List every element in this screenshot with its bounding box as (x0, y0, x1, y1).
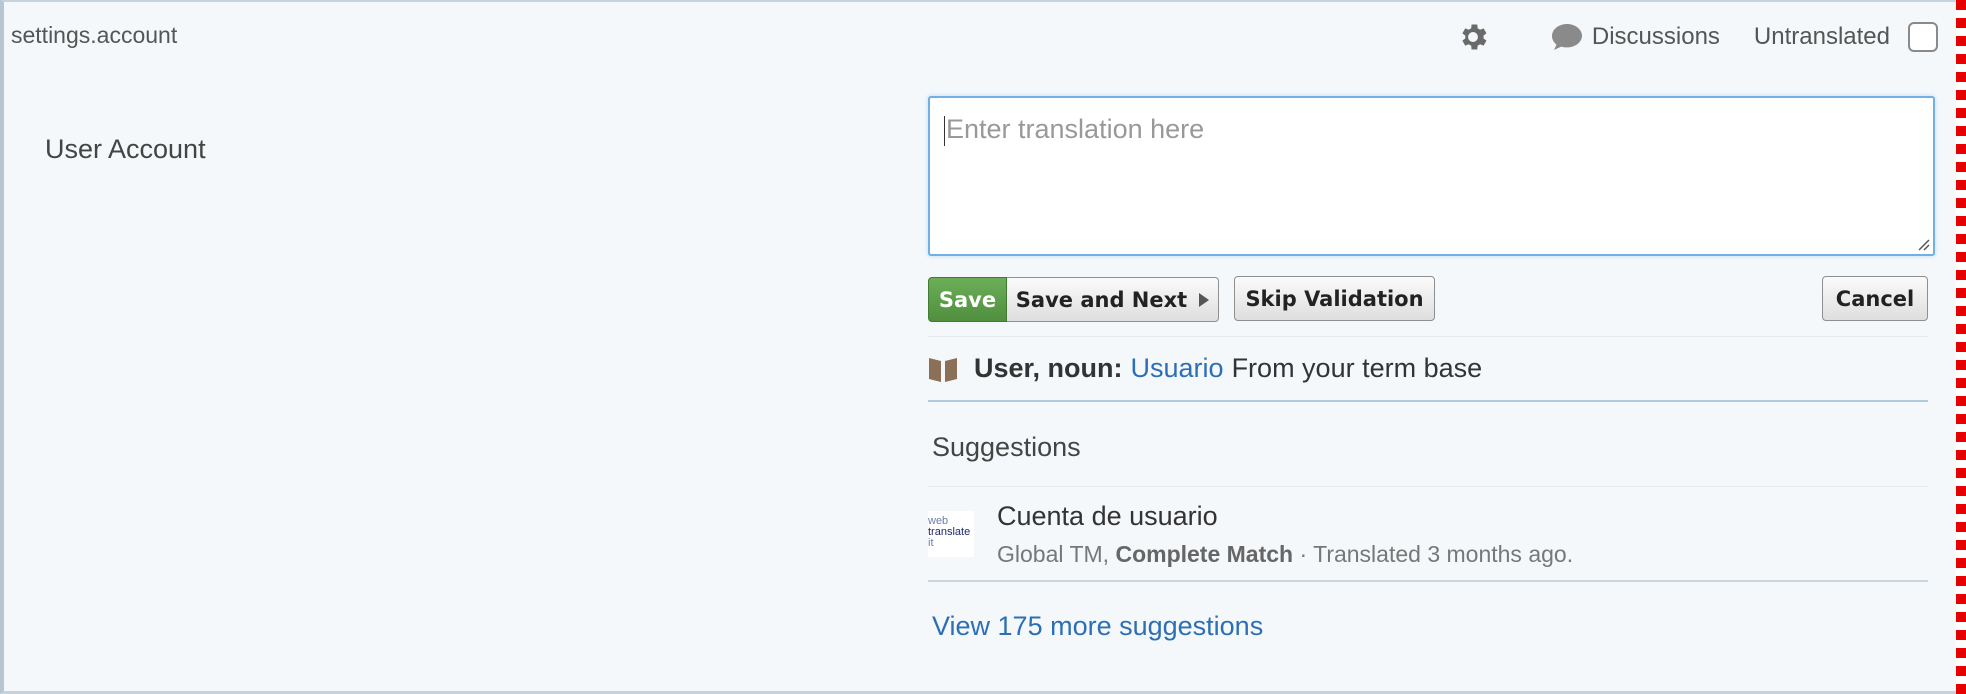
suggestions-heading: Suggestions (932, 432, 1081, 462)
book-icon (929, 357, 957, 382)
more-suggestions-link[interactable]: View 175 more suggestions (932, 611, 1263, 642)
untranslated-filter: Untranslated (1754, 22, 1938, 52)
red-dashed-edge (1956, 0, 1966, 694)
untranslated-label: Untranslated (1753, 23, 1890, 50)
suggestion-match: Complete Match (1115, 541, 1294, 567)
toolbar: Discussions Untranslated (1456, 18, 1938, 56)
suggestion-origin: Global TM, (997, 541, 1110, 567)
source-text: User Account (45, 134, 206, 164)
logo-text: it (928, 537, 934, 549)
save-and-next-button[interactable]: Save and Next (1007, 277, 1219, 322)
text-caret (944, 115, 945, 146)
save-button[interactable]: Save (928, 277, 1007, 322)
string-key: settings.account (11, 22, 178, 48)
gear-icon[interactable] (1456, 20, 1490, 54)
logo-text: translate (928, 526, 971, 538)
discussions-label: Discussions (1591, 23, 1720, 50)
play-arrow-icon (1199, 292, 1210, 307)
suggestion-text: Cuenta de usuario (997, 501, 1218, 531)
term-source: From your term base (1231, 353, 1483, 383)
suggestion-time: · Translated 3 months ago. (1299, 541, 1574, 567)
speech-bubble-icon (1551, 24, 1582, 50)
webtranslateit-logo: web translate it (928, 511, 974, 557)
discussions-button[interactable]: Discussions (1550, 22, 1720, 52)
save-button-group: Save Save and Next (928, 277, 1219, 322)
term-base-entry: User, noun: Usuario From your term base (928, 336, 1928, 402)
translation-panel: settings.account Discussions Untranslate… (0, 0, 1966, 694)
term-word: User, noun: (974, 353, 1123, 383)
translation-input[interactable]: Enter translation here (928, 96, 1935, 256)
suggestion-item[interactable]: web translate it Cuenta de usuario Globa… (928, 486, 1928, 582)
suggestion-meta: Global TM, Complete Match · Translated 3… (997, 541, 1573, 568)
skip-validation-button[interactable]: Skip Validation (1234, 276, 1435, 321)
term-translation-link[interactable]: Usuario (1131, 353, 1224, 384)
save-and-next-label: Save and Next (1015, 287, 1188, 312)
cancel-button[interactable]: Cancel (1822, 276, 1928, 321)
untranslated-checkbox[interactable] (1908, 22, 1938, 52)
resize-handle-icon[interactable] (1916, 237, 1930, 251)
translation-placeholder: Enter translation here (946, 114, 1205, 144)
